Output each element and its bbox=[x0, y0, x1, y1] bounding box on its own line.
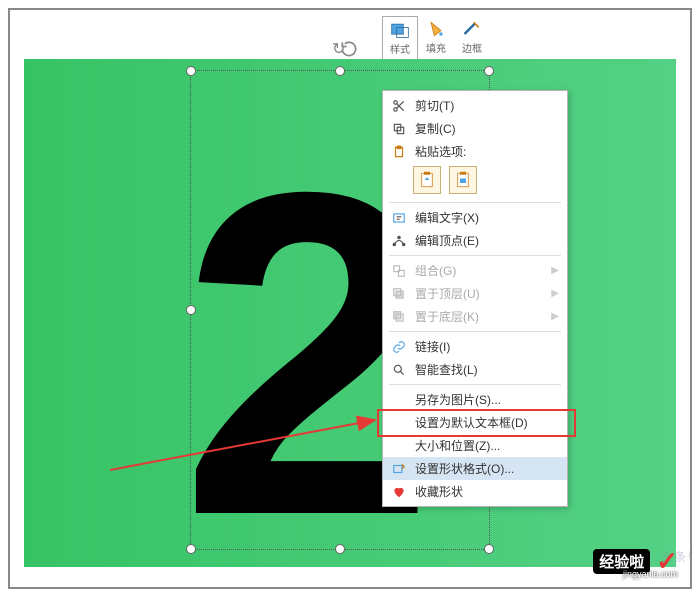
menu-set-default-textbox[interactable]: 设置为默认文本框(D) bbox=[383, 411, 567, 434]
rotate-handle-icon[interactable]: ↻ bbox=[332, 39, 348, 55]
scissors-icon bbox=[389, 96, 409, 116]
resize-handle[interactable] bbox=[335, 66, 345, 76]
paste-options-row bbox=[383, 163, 567, 199]
edit-points-icon bbox=[389, 231, 409, 251]
menu-save-as-picture[interactable]: 另存为图片(S)... bbox=[383, 388, 567, 411]
menu-label: 智能查找(L) bbox=[415, 361, 559, 378]
menu-cut[interactable]: 剪切(T) bbox=[383, 94, 567, 117]
menu-label: 链接(I) bbox=[415, 338, 559, 355]
context-menu: 剪切(T) 复制(C) 粘贴选项: 编辑文字 bbox=[382, 90, 568, 507]
heart-icon bbox=[389, 482, 409, 502]
menu-label: 置于顶层(U) bbox=[415, 285, 551, 302]
toolbar-border-label: 边框 bbox=[454, 40, 490, 55]
menu-separator bbox=[389, 384, 561, 385]
menu-label: 另存为图片(S)... bbox=[415, 391, 559, 408]
menu-label: 复制(C) bbox=[415, 120, 559, 137]
menu-copy[interactable]: 复制(C) bbox=[383, 117, 567, 140]
menu-edit-text[interactable]: 编辑文字(X) bbox=[383, 206, 567, 229]
send-back-icon bbox=[389, 307, 409, 327]
submenu-arrow-icon: ▶ bbox=[551, 265, 559, 276]
resize-handle[interactable] bbox=[186, 544, 196, 554]
menu-edit-points[interactable]: 编辑顶点(E) bbox=[383, 229, 567, 252]
watermark: 经验啦 ✓ jingyanla.com bbox=[593, 546, 678, 577]
menu-label: 设置为默认文本框(D) bbox=[415, 414, 559, 431]
toolbar-fill-label: 填充 bbox=[418, 40, 454, 55]
menu-send-back: 置于底层(K) ▶ bbox=[383, 305, 567, 328]
shape-style-icon bbox=[383, 19, 417, 41]
resize-handle[interactable] bbox=[484, 66, 494, 76]
resize-handle[interactable] bbox=[186, 66, 196, 76]
blank-icon bbox=[389, 413, 409, 433]
menu-label: 剪切(T) bbox=[415, 97, 559, 114]
menu-label: 编辑文字(X) bbox=[415, 209, 559, 226]
group-icon bbox=[389, 261, 409, 281]
paste-option-keep-formatting[interactable] bbox=[413, 166, 441, 194]
bring-front-icon bbox=[389, 284, 409, 304]
toolbar-fill[interactable]: 填充 bbox=[418, 16, 454, 60]
submenu-arrow-icon: ▶ bbox=[551, 288, 559, 299]
toolbar-style-label: 样式 bbox=[383, 41, 417, 56]
edit-text-icon bbox=[389, 208, 409, 228]
search-icon bbox=[389, 360, 409, 380]
menu-paste-options-header: 粘贴选项: bbox=[383, 140, 567, 163]
menu-size-position[interactable]: 大小和位置(Z)... bbox=[383, 434, 567, 457]
menu-bring-front: 置于顶层(U) ▶ bbox=[383, 282, 567, 305]
copy-icon bbox=[389, 119, 409, 139]
menu-format-shape[interactable]: 设置形状格式(O)... bbox=[383, 457, 567, 480]
menu-separator bbox=[389, 255, 561, 256]
menu-label: 粘贴选项: bbox=[415, 143, 559, 160]
menu-favorite-shape[interactable]: 收藏形状 bbox=[383, 480, 567, 503]
format-shape-icon bbox=[389, 459, 409, 479]
resize-handle[interactable] bbox=[335, 544, 345, 554]
menu-label: 收藏形状 bbox=[415, 483, 559, 500]
toolbar-style[interactable]: 样式 bbox=[382, 16, 418, 60]
menu-label: 编辑顶点(E) bbox=[415, 232, 559, 249]
paste-option-picture[interactable] bbox=[449, 166, 477, 194]
menu-separator bbox=[389, 202, 561, 203]
blank-icon bbox=[389, 436, 409, 456]
menu-group: 组合(G) ▶ bbox=[383, 259, 567, 282]
resize-handle[interactable] bbox=[186, 305, 196, 315]
fill-icon bbox=[418, 18, 454, 40]
watermark-domain: jingyanla.com bbox=[623, 569, 678, 579]
clipboard-icon bbox=[389, 142, 409, 162]
menu-label: 大小和位置(Z)... bbox=[415, 437, 559, 454]
blank-icon bbox=[389, 390, 409, 410]
mini-toolbar: 样式 填充 边框 bbox=[382, 16, 490, 60]
toolbar-border[interactable]: 边框 bbox=[454, 16, 490, 60]
resize-handle[interactable] bbox=[484, 544, 494, 554]
link-icon bbox=[389, 337, 409, 357]
menu-label: 设置形状格式(O)... bbox=[415, 460, 559, 477]
menu-label: 组合(G) bbox=[415, 262, 551, 279]
border-icon bbox=[454, 18, 490, 40]
submenu-arrow-icon: ▶ bbox=[551, 311, 559, 322]
window-frame: 样式 填充 边框 2 ↻ 剪切(T) bbox=[8, 8, 692, 589]
menu-smart-find[interactable]: 智能查找(L) bbox=[383, 358, 567, 381]
menu-separator bbox=[389, 331, 561, 332]
menu-link[interactable]: 链接(I) bbox=[383, 335, 567, 358]
menu-label: 置于底层(K) bbox=[415, 308, 551, 325]
